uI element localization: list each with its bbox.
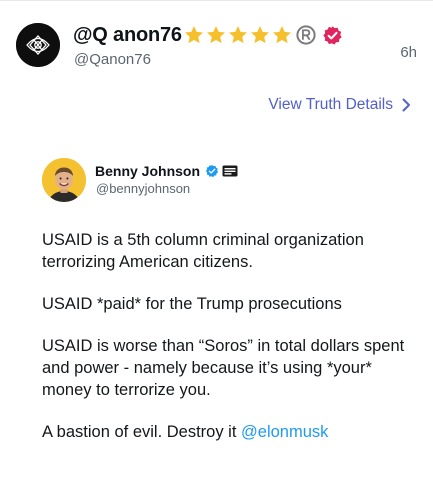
star-icon — [184, 26, 203, 44]
tweet-paragraph: USAID is a 5th column criminal organizat… — [42, 231, 364, 271]
quoted-author-line: Benny Johnson — [95, 163, 238, 179]
chevron-right-icon — [402, 98, 410, 112]
quoted-author-name: Benny Johnson — [95, 163, 201, 179]
timestamp[interactable]: 6h — [400, 44, 417, 61]
star-icon — [228, 26, 247, 44]
user-handle[interactable]: @Qanon76 — [74, 51, 151, 68]
tweet-paragraph-text: A bastion of evil. Destroy it — [42, 423, 242, 441]
tweet-paragraph-last: A bastion of evil. Destroy it @elonmusk — [42, 421, 412, 443]
display-name[interactable]: @Q anon76 — [73, 24, 182, 47]
mention-link[interactable]: @elonmusk — [241, 423, 328, 441]
badge-row — [183, 24, 343, 46]
view-truth-details-link[interactable]: View Truth Details — [268, 96, 411, 114]
avatar[interactable] — [16, 23, 60, 67]
quoted-tweet-body: USAID is a 5th column criminal organizat… — [42, 229, 412, 463]
star-icon — [206, 26, 225, 44]
view-truth-details-label: View Truth Details — [268, 96, 393, 113]
top-divider — [0, 0, 433, 1]
star-icon — [272, 26, 291, 44]
star-icon — [250, 26, 269, 44]
post-header: @Q anon76 @Qanon76 6h — [16, 20, 417, 70]
avatar-image — [16, 23, 60, 67]
verified-check-icon — [205, 164, 219, 178]
quoted-author-avatar — [42, 158, 86, 202]
verified-icon — [323, 25, 342, 45]
affiliation-badge-icon — [222, 165, 238, 177]
tweet-paragraph: USAID *paid* for the Trump prosecutions — [42, 295, 342, 313]
name-line: @Q anon76 — [73, 22, 343, 48]
quoted-author-photo — [42, 158, 86, 202]
quoted-author-handle: @bennyjohnson — [96, 181, 191, 196]
tweet-paragraph: USAID is worse than “Soros” in total dol… — [42, 337, 405, 399]
registered-icon — [296, 25, 316, 45]
